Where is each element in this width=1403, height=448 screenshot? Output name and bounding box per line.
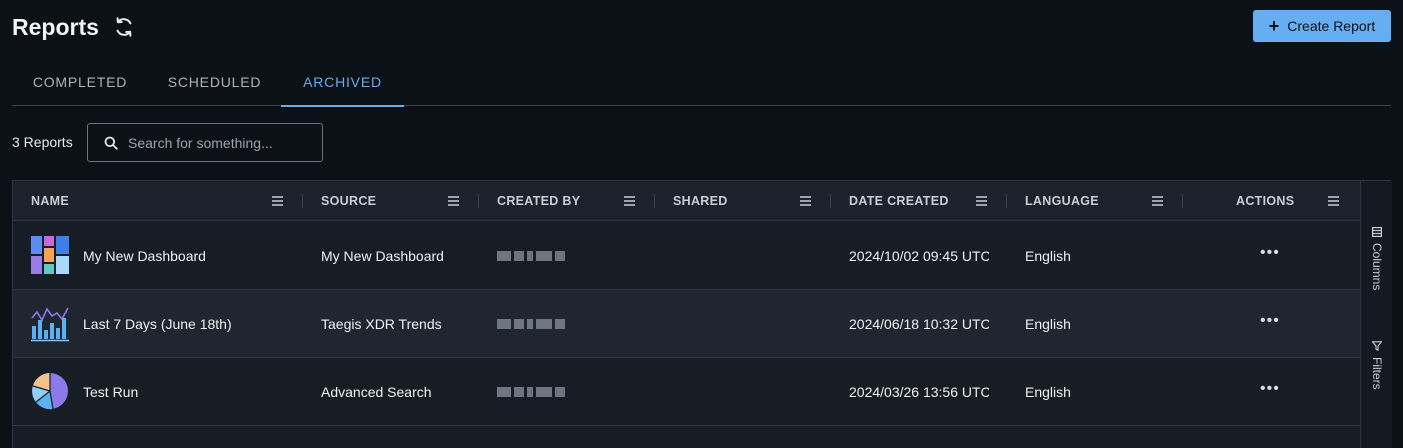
plus-icon: + xyxy=(1268,16,1280,36)
column-menu-icon[interactable] xyxy=(448,196,459,206)
column-menu-icon[interactable] xyxy=(1152,196,1163,206)
column-resize-handle[interactable] xyxy=(1182,194,1183,208)
filters-label: Filters xyxy=(1370,357,1384,390)
search-input[interactable] xyxy=(128,134,308,151)
columns-label: Columns xyxy=(1370,243,1384,291)
report-shared xyxy=(673,290,831,357)
columns-panel-button[interactable]: Columns xyxy=(1361,227,1393,290)
table-row[interactable]: Last 7 Days (June 18th) Taegis XDR Trend… xyxy=(13,290,1360,358)
more-actions-icon[interactable]: ••• xyxy=(1260,312,1280,330)
column-resize-handle[interactable] xyxy=(302,194,303,208)
column-menu-icon[interactable] xyxy=(800,196,811,206)
report-name[interactable]: My New Dashboard xyxy=(83,222,303,289)
report-language: English xyxy=(1025,247,1071,264)
column-menu-icon[interactable] xyxy=(272,196,283,206)
more-actions-icon[interactable]: ••• xyxy=(1260,380,1280,398)
report-date: 2024/10/02 09:45 UTC xyxy=(849,247,989,264)
column-header-name[interactable]: NAME xyxy=(31,181,69,221)
filters-panel-button[interactable]: Filters xyxy=(1361,341,1393,390)
report-name[interactable]: Test Run xyxy=(83,358,303,425)
refresh-icon[interactable] xyxy=(113,16,135,38)
report-shared xyxy=(673,222,831,289)
report-source: Taegis XDR Trends xyxy=(321,315,442,332)
page-title: Reports xyxy=(12,13,99,40)
table-header: NAME SOURCE CREATED BY SHARED DATE CREAT… xyxy=(13,181,1360,221)
column-menu-icon[interactable] xyxy=(1328,196,1339,206)
tab-scheduled[interactable]: SCHEDULED xyxy=(148,58,281,106)
tab-completed[interactable]: COMPLETED xyxy=(12,58,148,106)
report-language: English xyxy=(1025,315,1071,332)
table-row[interactable]: Test Run Advanced Search 2024/03/26 13:5… xyxy=(13,358,1360,426)
column-resize-handle[interactable] xyxy=(830,194,831,208)
column-resize-handle[interactable] xyxy=(1006,194,1007,208)
column-header-actions: ACTIONS xyxy=(1236,194,1295,208)
columns-icon xyxy=(1372,227,1382,237)
more-actions-icon[interactable]: ••• xyxy=(1260,244,1280,262)
report-language: English xyxy=(1025,383,1071,400)
report-tabs: COMPLETED SCHEDULED ARCHIVED xyxy=(12,58,1391,107)
column-header-date-created[interactable]: DATE CREATED xyxy=(849,181,949,221)
report-source: Advanced Search xyxy=(321,383,432,400)
report-shared xyxy=(673,358,831,425)
column-menu-icon[interactable] xyxy=(624,196,635,206)
report-name[interactable]: Last 7 Days (June 18th) xyxy=(83,290,303,357)
column-header-language[interactable]: LANGUAGE xyxy=(1025,181,1099,221)
column-menu-icon[interactable] xyxy=(976,196,987,206)
page-header: Reports + Create Report xyxy=(12,10,1391,44)
report-date: 2024/06/18 10:32 UTC xyxy=(849,315,989,332)
column-header-shared[interactable]: SHARED xyxy=(673,181,728,221)
trends-chart-thumbnail-icon xyxy=(31,307,69,342)
column-resize-handle[interactable] xyxy=(478,194,479,208)
search-icon xyxy=(104,136,118,150)
redacted-user xyxy=(497,318,573,330)
dashboard-thumbnail-icon xyxy=(31,236,69,274)
table-row[interactable]: My New Dashboard My New Dashboard 2024/1… xyxy=(13,222,1360,290)
redacted-user xyxy=(497,250,573,262)
column-resize-handle[interactable] xyxy=(654,194,655,208)
column-header-source[interactable]: SOURCE xyxy=(321,181,376,221)
report-count: 3 Reports xyxy=(12,134,73,150)
create-report-button[interactable]: + Create Report xyxy=(1253,10,1391,42)
search-box[interactable] xyxy=(87,123,323,162)
reports-table: NAME SOURCE CREATED BY SHARED DATE CREAT… xyxy=(12,180,1392,448)
create-report-label: Create Report xyxy=(1287,18,1376,34)
side-tool-panel: Columns Filters xyxy=(1360,181,1392,448)
report-date: 2024/03/26 13:56 UTC xyxy=(849,383,989,400)
column-header-created-by[interactable]: CREATED BY xyxy=(497,181,580,221)
report-source: My New Dashboard xyxy=(321,247,444,264)
tab-archived[interactable]: ARCHIVED xyxy=(281,58,404,107)
filter-icon xyxy=(1372,341,1382,351)
pie-chart-thumbnail-icon xyxy=(32,373,68,410)
redacted-user xyxy=(497,386,573,398)
